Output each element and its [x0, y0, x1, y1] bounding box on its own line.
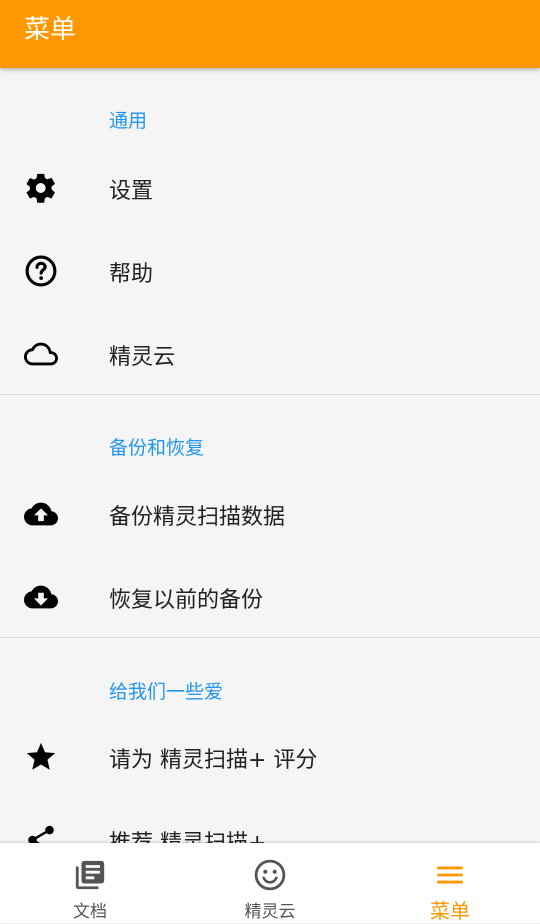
tab-menu[interactable]: 菜单	[360, 843, 540, 923]
cloud-download-icon	[20, 576, 62, 618]
menu-item-label: 备份精灵扫描数据	[109, 505, 286, 530]
tab-label: 菜单	[430, 899, 470, 923]
cloud-upload-icon	[20, 493, 62, 535]
section-header-love: 给我们一些爱	[109, 681, 224, 703]
app-bar: 菜单	[0, 0, 540, 68]
menu-item-rate[interactable]: 请为 精灵扫描+ 评分	[0, 716, 540, 798]
share-icon	[20, 819, 62, 843]
menu-item-backup[interactable]: 备份精灵扫描数据	[0, 473, 540, 555]
gear-icon	[20, 167, 62, 209]
tab-documents[interactable]: 文档	[0, 843, 180, 923]
menu-icon	[432, 857, 468, 893]
section-divider	[0, 637, 540, 638]
cloud-outline-icon	[20, 333, 62, 375]
menu-item-label: 设置	[109, 179, 154, 204]
star-icon	[20, 736, 62, 778]
section-header-backup: 备份和恢复	[109, 437, 205, 459]
tab-label: 精灵云	[244, 902, 296, 922]
menu-item-help[interactable]: 帮助	[0, 230, 540, 312]
help-circle-icon	[20, 250, 62, 292]
smiley-icon	[252, 857, 288, 893]
menu-item-label: 请为 精灵扫描+ 评分	[109, 748, 318, 773]
menu-item-label: 恢复以前的备份	[109, 588, 264, 613]
section-divider	[0, 394, 540, 395]
menu-item-label: 精灵云	[109, 345, 176, 370]
menu-item-label: 帮助	[109, 262, 154, 287]
tab-cloud[interactable]: 精灵云	[180, 843, 360, 923]
menu-list[interactable]: 通用 设置 帮助 精灵云 备份和恢复 备份精灵扫描数据 恢复以前的备份 给我们一…	[0, 68, 540, 843]
page-title: 菜单	[24, 15, 77, 45]
bottom-navigation: 文档 精灵云 菜单	[0, 843, 540, 923]
menu-item-cloud[interactable]: 精灵云	[0, 313, 540, 395]
documents-icon	[72, 857, 108, 893]
menu-item-label: 推荐 精灵扫描+	[109, 825, 266, 843]
menu-item-settings[interactable]: 设置	[0, 147, 540, 229]
menu-item-share[interactable]: 推荐 精灵扫描+	[0, 799, 540, 843]
menu-item-restore[interactable]: 恢复以前的备份	[0, 556, 540, 638]
tab-label: 文档	[73, 902, 107, 922]
section-header-general: 通用	[109, 110, 148, 132]
